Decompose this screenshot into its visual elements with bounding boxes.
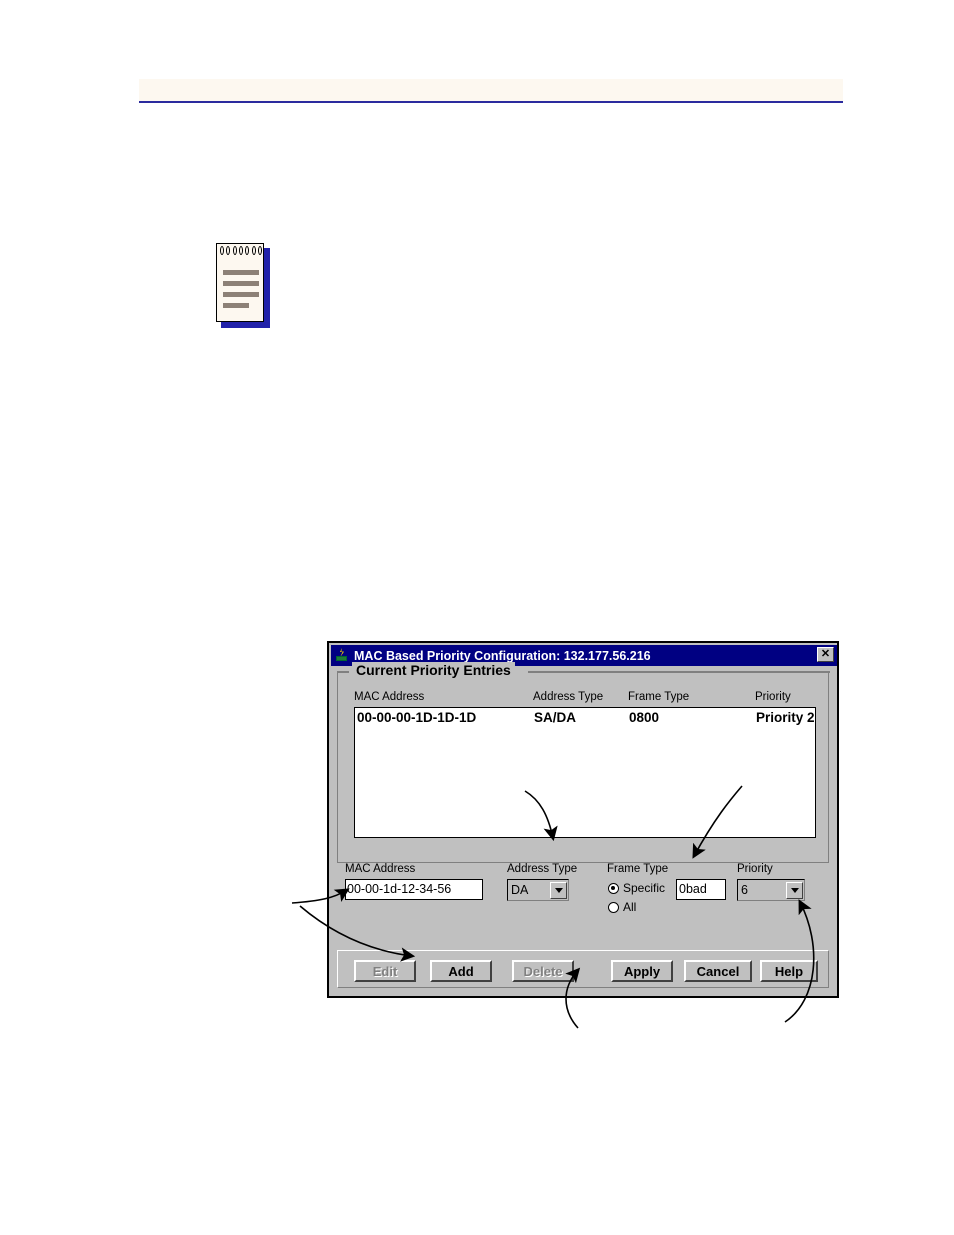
page-header-band <box>139 79 843 101</box>
cell-frame-type: 0800 <box>629 710 660 725</box>
cell-priority: Priority 2 <box>756 710 815 725</box>
chevron-down-icon[interactable] <box>786 881 803 899</box>
table-row[interactable]: 00-00-00-1D-1D-1D SA/DA 0800 Priority 2 <box>355 708 815 730</box>
frame-type-input[interactable]: 0bad <box>676 879 726 900</box>
radio-selected-icon <box>608 882 619 894</box>
frame-type-specific-label: Specific <box>623 881 666 895</box>
group-title: Current Priority Entries <box>352 662 515 678</box>
mac-address-label: MAC Address <box>345 863 416 875</box>
java-cup-icon <box>333 647 350 664</box>
note-icon-pad <box>216 243 264 322</box>
group-border-left <box>336 671 349 673</box>
column-header-priority: Priority <box>755 691 791 703</box>
annotation-arrows <box>291 785 815 1029</box>
column-header-frame-type: Frame Type <box>628 691 690 703</box>
dialog-title: MAC Based Priority Configuration: 132.17… <box>354 648 651 663</box>
apply-button[interactable]: Apply <box>611 960 673 982</box>
priority-value: 6 <box>738 883 786 897</box>
radio-unselected-icon <box>608 901 619 913</box>
note-icon <box>216 243 270 328</box>
edit-button[interactable]: Edit <box>354 960 416 982</box>
help-button[interactable]: Help <box>760 960 818 982</box>
dialog-button-bar: Edit Add Delete Apply Cancel Help <box>337 950 829 988</box>
page-header-rule <box>139 101 843 103</box>
frame-type-label: Frame Type <box>607 863 669 875</box>
close-icon[interactable]: ✕ <box>817 647 834 662</box>
delete-button[interactable]: Delete <box>512 960 574 982</box>
frame-type-all-label: All <box>623 900 637 914</box>
priority-select[interactable]: 6 <box>737 879 805 901</box>
priority-entries-column-headers: MAC Address Address Type Frame Type Prio… <box>354 691 816 707</box>
note-icon-lines <box>223 270 259 314</box>
add-button[interactable]: Add <box>430 960 492 982</box>
cell-address-type: SA/DA <box>534 710 577 725</box>
cancel-button[interactable]: Cancel <box>684 960 752 982</box>
mac-based-priority-configuration-dialog: MAC Based Priority Configuration: 132.17… <box>327 641 839 998</box>
address-type-value: DA <box>508 883 550 897</box>
group-border-right <box>528 671 830 673</box>
frame-type-all-radio[interactable]: All <box>608 900 636 914</box>
chevron-down-icon[interactable] <box>550 881 567 899</box>
address-type-select[interactable]: DA <box>507 879 569 901</box>
address-type-label: Address Type <box>507 863 578 875</box>
priority-entries-list[interactable]: 00-00-00-1D-1D-1D SA/DA 0800 Priority 2 <box>354 707 816 838</box>
column-header-mac-address: MAC Address <box>354 691 425 703</box>
priority-label: Priority <box>737 863 773 875</box>
note-icon-spiral <box>220 246 262 255</box>
frame-type-specific-radio[interactable]: Specific <box>608 881 665 895</box>
cell-mac-address: 00-00-00-1D-1D-1D <box>357 710 477 725</box>
current-priority-entries-group: Current Priority Entries MAC Address Add… <box>336 662 830 863</box>
column-header-address-type: Address Type <box>533 691 604 703</box>
mac-address-input[interactable]: 00-00-1d-12-34-56 <box>345 879 483 900</box>
